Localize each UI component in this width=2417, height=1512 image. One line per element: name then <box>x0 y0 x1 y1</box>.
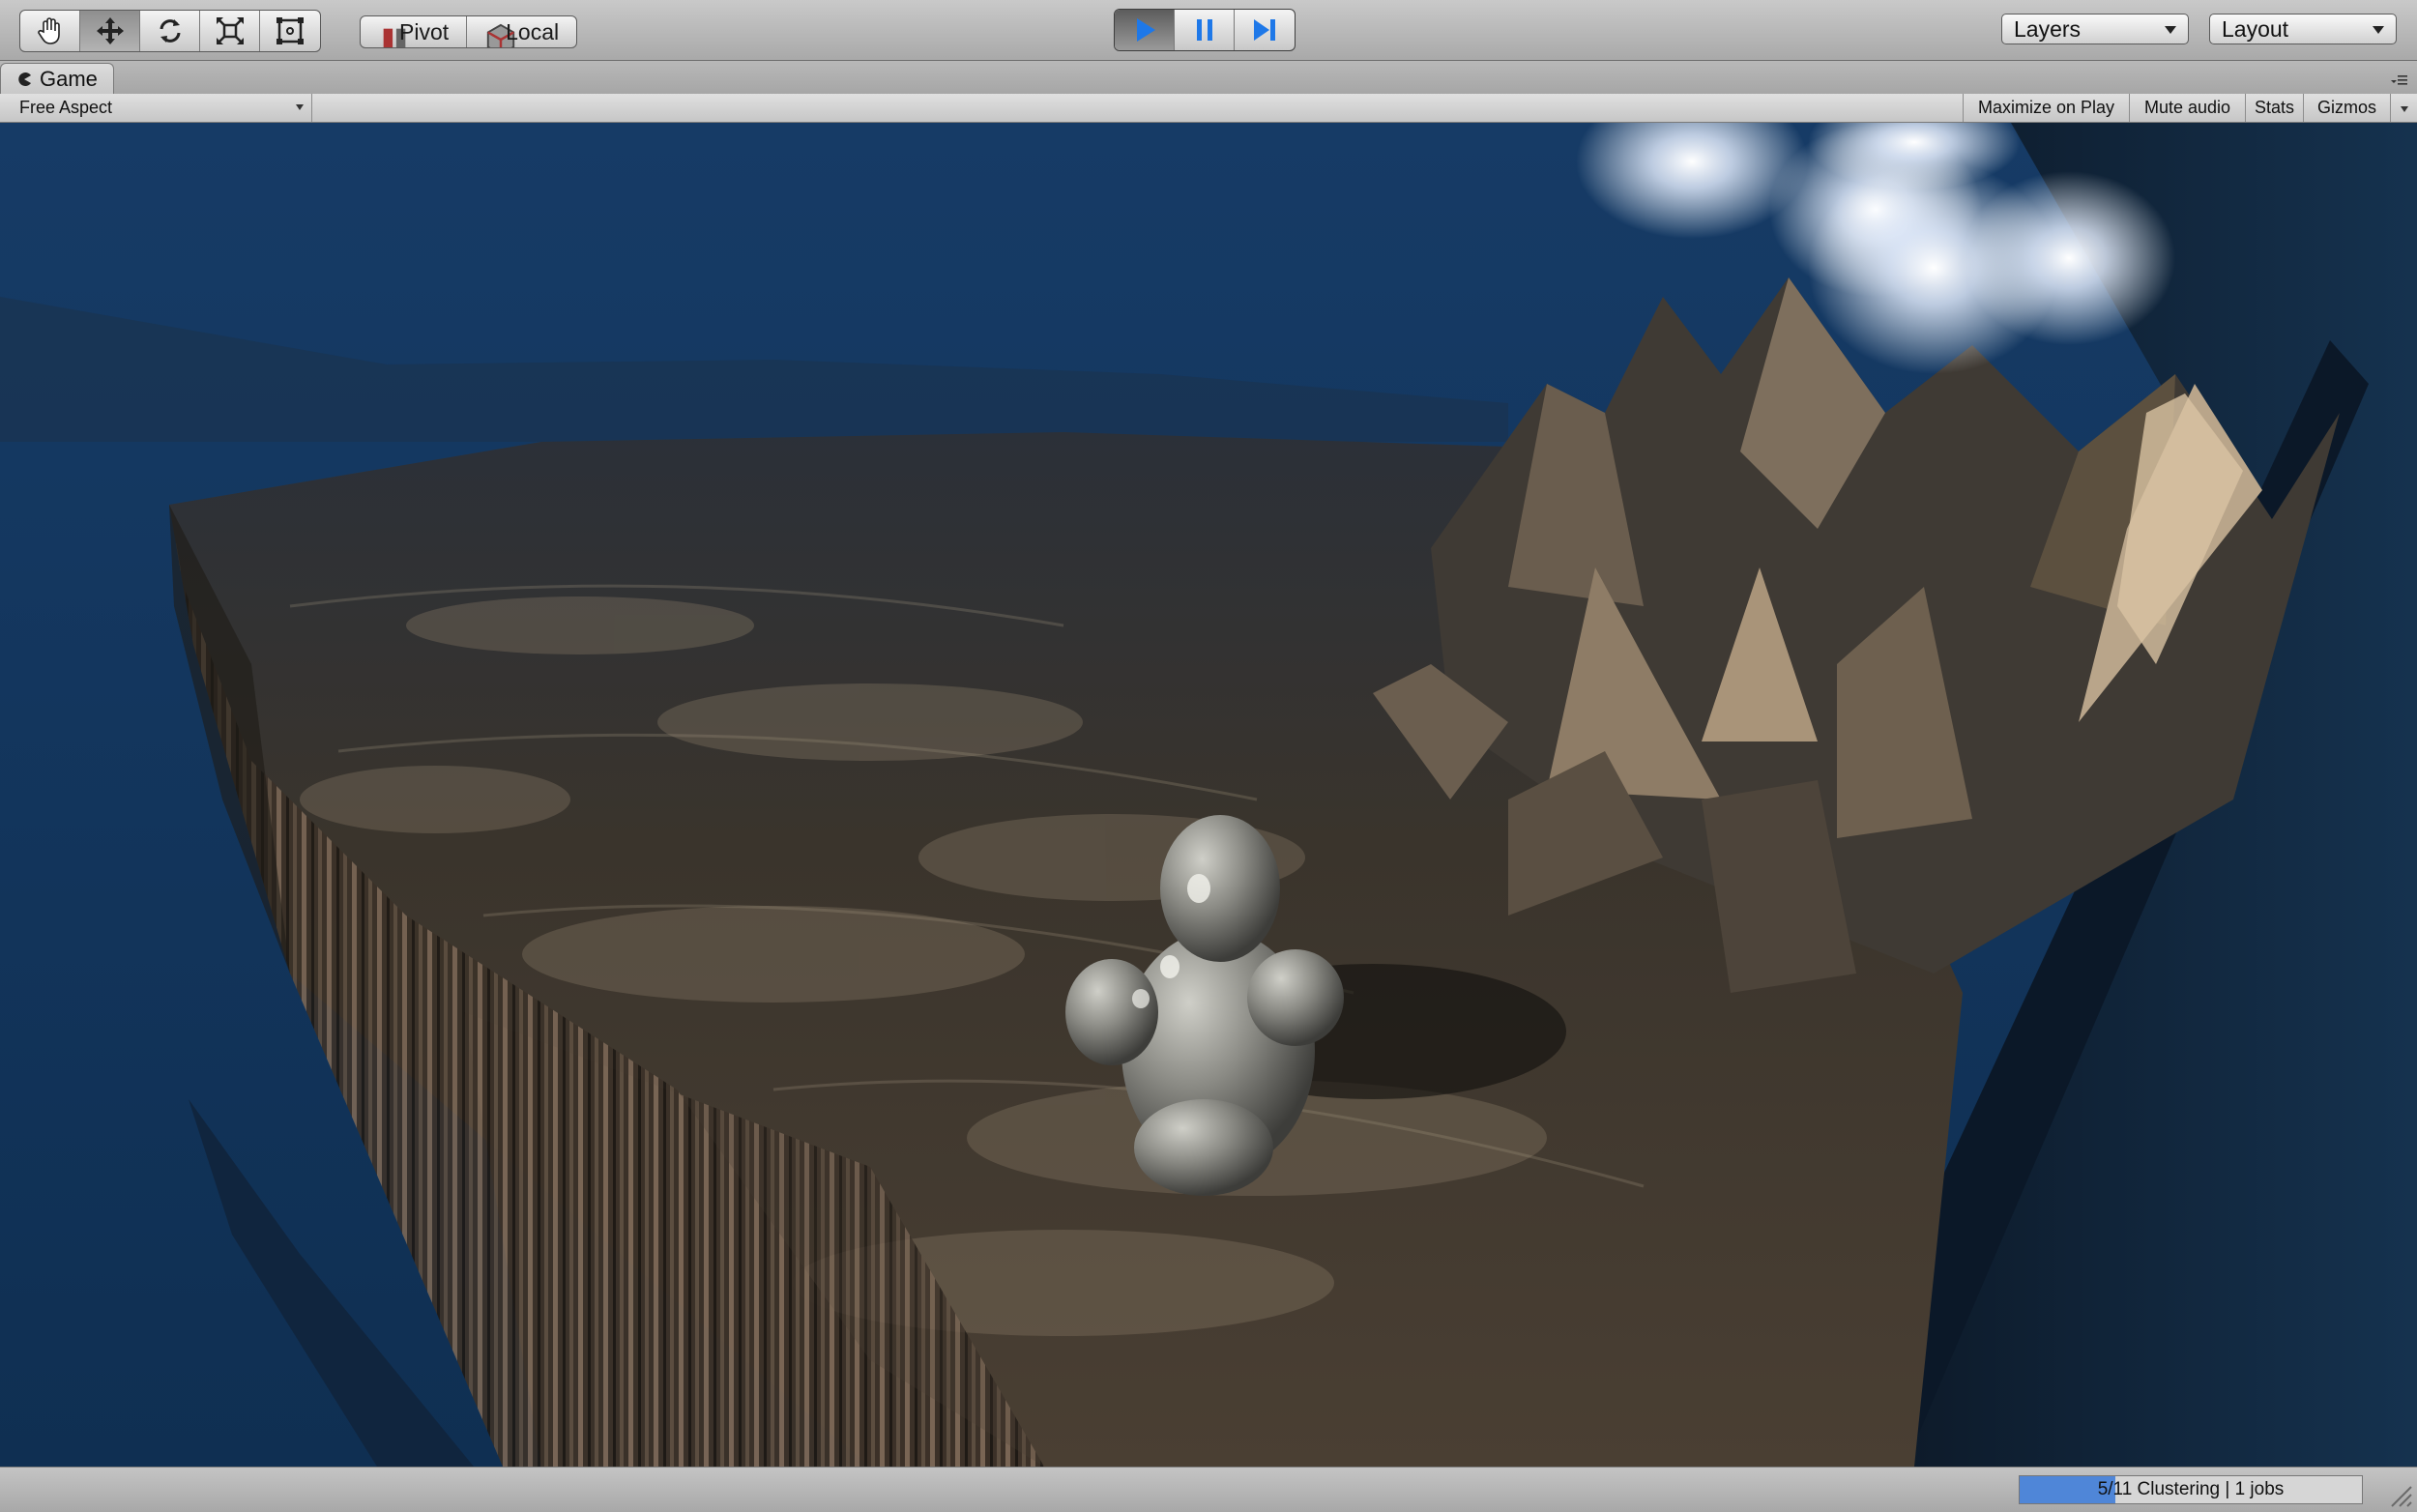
step-icon <box>1254 19 1275 41</box>
playback-controls <box>1114 9 1296 51</box>
hand-icon <box>37 17 60 44</box>
gizmos-toggle[interactable]: Gizmos <box>2303 94 2390 122</box>
local-button[interactable]: Local <box>467 16 576 47</box>
panel-tab-bar: Game <box>0 61 2417 94</box>
hand-tool-button[interactable] <box>20 11 80 51</box>
rotate-icon <box>160 19 180 43</box>
panel-menu-icon[interactable] <box>2390 73 2407 86</box>
rect-tool-button[interactable] <box>260 11 320 51</box>
mute-audio-toggle[interactable]: Mute audio <box>2129 94 2245 122</box>
rotate-tool-button[interactable] <box>140 11 200 51</box>
maximize-on-play-label: Maximize on Play <box>1977 98 2115 117</box>
layers-dropdown[interactable]: Layers <box>2001 14 2189 44</box>
lighting-progress-bar[interactable]: 5/11 Clustering | 1 jobs <box>2019 1475 2363 1504</box>
scale-tool-button[interactable] <box>200 11 260 51</box>
layout-label: Layout <box>2222 16 2289 42</box>
gizmos-label: Gizmos <box>2316 98 2376 117</box>
progress-text: 5/11 Clustering | 1 jobs <box>2097 1479 2285 1499</box>
rect-transform-icon <box>277 17 304 44</box>
local-label: Local <box>506 18 560 44</box>
stats-label: Stats <box>2254 98 2295 117</box>
stats-toggle[interactable]: Stats <box>2245 94 2303 122</box>
game-scene <box>0 123 2417 1467</box>
game-viewport[interactable] <box>0 123 2417 1467</box>
chevron-down-icon <box>2373 26 2384 34</box>
aspect-dropdown[interactable]: Free Aspect <box>0 94 312 122</box>
maximize-on-play-toggle[interactable]: Maximize on Play <box>1963 94 2129 122</box>
status-bar: 5/11 Clustering | 1 jobs <box>0 1467 2417 1512</box>
scale-icon <box>216 17 244 44</box>
play-icon <box>1136 18 1155 42</box>
play-button[interactable] <box>1115 10 1175 50</box>
move-tool-button[interactable] <box>80 11 140 51</box>
pivot-label: Pivot <box>399 18 450 44</box>
chevron-down-icon <box>2400 106 2408 112</box>
main-toolbar: Pivot Local Layers Layout <box>0 0 2417 61</box>
pause-icon <box>1196 19 1212 41</box>
pivot-local-group: Pivot Local <box>360 15 578 48</box>
gizmos-dropdown[interactable] <box>2390 94 2417 122</box>
pause-button[interactable] <box>1175 10 1235 50</box>
game-view-controls: Free Aspect Maximize on Play Mute audio … <box>0 94 2417 123</box>
move-arrows-icon <box>96 17 124 44</box>
mute-audio-label: Mute audio <box>2143 98 2231 117</box>
chevron-down-icon <box>2165 26 2176 34</box>
pivot-button[interactable]: Pivot <box>361 16 468 47</box>
pivot-icon <box>378 23 406 47</box>
layers-label: Layers <box>2014 16 2082 42</box>
resize-grip-icon[interactable] <box>2384 1479 2413 1508</box>
tab-game-label: Game <box>40 66 98 91</box>
aspect-label: Free Aspect <box>19 98 113 117</box>
layout-dropdown[interactable]: Layout <box>2209 14 2397 44</box>
chevron-down-icon <box>296 104 304 110</box>
pacman-icon <box>18 72 31 86</box>
local-cube-icon <box>484 23 515 47</box>
transform-tools <box>19 10 321 52</box>
step-button[interactable] <box>1235 10 1295 50</box>
tab-game[interactable]: Game <box>0 63 114 94</box>
